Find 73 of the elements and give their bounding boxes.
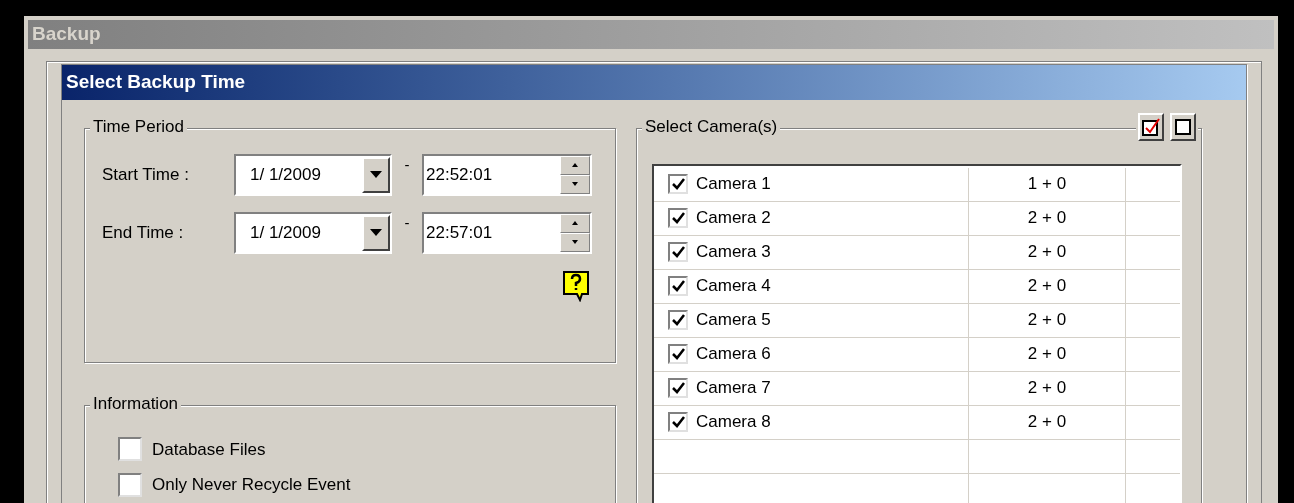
stream-count: 2 + 0 <box>969 303 1126 337</box>
stream-count: 2 + 0 <box>969 405 1126 439</box>
checkbox[interactable] <box>118 472 142 497</box>
checkmark-icon <box>671 416 685 428</box>
clear-all-button[interactable] <box>1170 112 1196 141</box>
camera-cell[interactable]: Camera 1 <box>654 167 969 201</box>
window-title: Backup <box>28 20 1274 49</box>
camera-name: Camera 1 <box>696 173 771 196</box>
checkbox[interactable] <box>668 310 688 330</box>
dropdown-button[interactable] <box>362 214 390 251</box>
empty-box-icon <box>1175 118 1191 135</box>
checkmark-icon <box>671 280 685 292</box>
checkbox[interactable] <box>118 437 142 462</box>
help-icon[interactable] <box>562 269 590 302</box>
camera-cell[interactable]: Camera 2 <box>654 201 969 235</box>
camera-name: Camera 3 <box>696 241 771 264</box>
option-label: Only Never Recycle Event <box>152 474 351 496</box>
stream-count: 2 + 0 <box>969 269 1126 303</box>
dropdown-button[interactable] <box>362 156 390 193</box>
caret-down-icon <box>572 182 578 186</box>
stream-count: 1 + 0 <box>969 167 1126 201</box>
camera-name: Camera 6 <box>696 343 771 366</box>
camera-name: Camera 4 <box>696 275 771 298</box>
time-value: 22:52:01 <box>426 163 494 186</box>
date-value: 1/ 1/2009 <box>250 221 322 244</box>
camera-name: Camera 8 <box>696 411 771 434</box>
stream-count: 2 + 0 <box>969 371 1126 405</box>
camera-cell[interactable]: Camera 7 <box>654 371 969 405</box>
spin-up-button[interactable] <box>560 155 590 175</box>
field-label: End Time : <box>102 221 185 244</box>
camera-cell[interactable]: Camera 5 <box>654 303 969 337</box>
panel-title: Select Backup Time <box>62 64 1246 100</box>
stream-count: 2 + 0 <box>969 201 1126 235</box>
date-time-separator: - <box>403 212 411 233</box>
checkbox[interactable] <box>668 208 688 228</box>
date-value: 1/ 1/2009 <box>250 163 322 186</box>
caret-down-icon <box>572 240 578 244</box>
select-all-button[interactable] <box>1138 112 1164 141</box>
checkmark-icon <box>671 178 685 190</box>
checkbox[interactable] <box>668 242 688 262</box>
date-time-separator: - <box>403 154 411 175</box>
time-value: 22:57:01 <box>426 221 494 244</box>
checked-box-icon <box>1142 117 1160 136</box>
time-field[interactable]: 22:57:01 <box>422 211 592 254</box>
checkbox[interactable] <box>668 276 688 296</box>
date-picker[interactable]: 1/ 1/2009 <box>234 153 392 196</box>
camera-name: Camera 7 <box>696 377 771 400</box>
checkmark-icon <box>671 246 685 258</box>
checkbox[interactable] <box>668 344 688 364</box>
checkmark-icon <box>671 314 685 326</box>
camera-name: Camera 2 <box>696 207 771 230</box>
time-field[interactable]: 22:52:01 <box>422 153 592 196</box>
stream-count: 2 + 0 <box>969 337 1126 371</box>
camera-cell[interactable]: Camera 4 <box>654 269 969 303</box>
camera-cell[interactable]: Camera 3 <box>654 235 969 269</box>
caret-up-icon <box>572 163 578 167</box>
option-label: Database Files <box>152 438 266 461</box>
camera-name: Camera 5 <box>696 309 771 332</box>
caret-down-icon <box>370 171 382 178</box>
camera-cell[interactable]: Camera 8 <box>654 405 969 439</box>
camera-cell[interactable]: Camera 6 <box>654 337 969 371</box>
checkbox[interactable] <box>668 174 688 194</box>
spin-up-button[interactable] <box>560 213 590 233</box>
checkmark-icon <box>671 348 685 360</box>
checkmark-icon <box>671 382 685 394</box>
field-label: Start Time : <box>102 163 190 186</box>
checkmark-icon <box>671 212 685 224</box>
caret-down-icon <box>370 229 382 236</box>
checkbox[interactable] <box>668 378 688 398</box>
date-picker[interactable]: 1/ 1/2009 <box>234 211 392 254</box>
checkbox[interactable] <box>668 412 688 432</box>
stream-count: 2 + 0 <box>969 235 1126 269</box>
caret-up-icon <box>572 221 578 225</box>
